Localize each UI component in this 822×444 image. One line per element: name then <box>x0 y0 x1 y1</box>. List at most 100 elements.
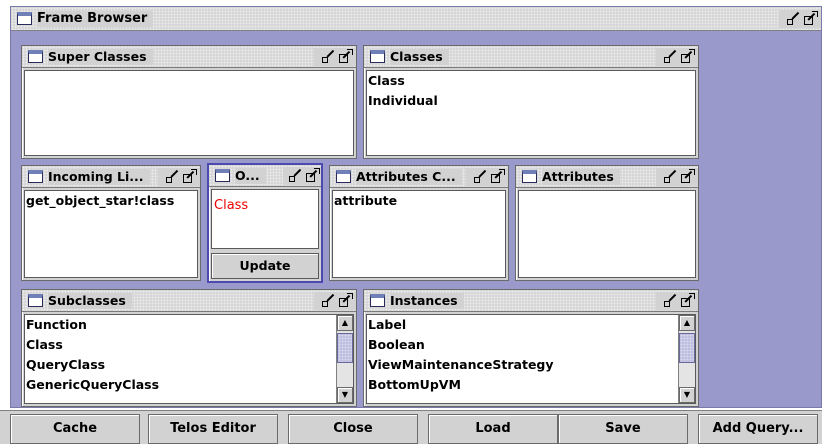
list-item[interactable]: Class <box>25 335 335 355</box>
panel-controls <box>466 167 508 186</box>
panel-title: Super Classes <box>48 48 153 65</box>
scroll-down-icon[interactable]: ▼ <box>337 387 353 403</box>
panel-title: Subclasses <box>48 292 132 309</box>
window-icon <box>336 170 351 183</box>
object-titlebar[interactable]: O... <box>209 165 321 187</box>
attributes-categories-titlebar[interactable]: Attributes C... <box>330 166 508 188</box>
minimize-icon[interactable] <box>322 293 335 307</box>
incoming-links-panel: Incoming Li... get_object_star!class <box>21 165 201 281</box>
minimize-icon[interactable] <box>664 169 677 183</box>
maximize-icon[interactable] <box>339 293 353 307</box>
app-root: Frame Browser Super Classes Classes Clas… <box>0 0 822 444</box>
panel-title: Instances <box>390 292 464 309</box>
cache-button[interactable]: Cache <box>10 414 140 444</box>
telos-editor-button[interactable]: Telos Editor <box>148 414 278 444</box>
minimize-icon[interactable] <box>664 293 677 307</box>
attributes-titlebar[interactable]: Attributes <box>516 166 698 188</box>
panel-controls <box>283 166 321 185</box>
maximize-icon[interactable] <box>339 49 353 63</box>
minimize-icon[interactable] <box>787 11 800 25</box>
subclasses-panel: Subclasses Function Class QueryClass Gen… <box>21 289 357 407</box>
attributes-categories-panel: Attributes C... attribute <box>329 165 509 281</box>
list-item[interactable]: attribute <box>333 191 505 211</box>
scrollbar-thumb[interactable] <box>679 333 695 363</box>
panel-controls <box>656 167 698 186</box>
list-item[interactable]: Boolean <box>367 335 677 355</box>
maximize-icon[interactable] <box>681 49 695 63</box>
list-item[interactable]: QueryClass <box>25 355 335 375</box>
list-item[interactable]: Individual <box>367 91 695 111</box>
maximize-icon[interactable] <box>306 168 320 182</box>
panel-controls <box>314 47 356 66</box>
frame-browser-window: Frame Browser Super Classes Classes Clas… <box>10 6 822 408</box>
instances-panel: Instances Label Boolean ViewMaintenanceS… <box>363 289 699 407</box>
add-query-button[interactable]: Add Query... <box>698 414 818 444</box>
button-bar: Cache Telos Editor Close Load Save Add Q… <box>0 410 822 444</box>
attributes-panel: Attributes <box>515 165 699 281</box>
attributes-list[interactable] <box>518 190 696 278</box>
attributes-categories-list[interactable]: attribute <box>332 190 506 278</box>
vertical-scrollbar[interactable]: ▲ ▼ <box>336 315 353 403</box>
classes-panel: Classes Class Individual <box>363 45 699 159</box>
object-value: Class <box>214 198 249 213</box>
list-item[interactable]: GenericQueryClass <box>25 375 335 395</box>
list-item[interactable]: Label <box>367 315 677 335</box>
classes-titlebar[interactable]: Classes <box>364 46 698 68</box>
frame-browser-titlebar[interactable]: Frame Browser <box>11 7 821 31</box>
close-button[interactable]: Close <box>288 414 418 444</box>
subclasses-list-items: Function Class QueryClass GenericQueryCl… <box>25 315 335 403</box>
update-button[interactable]: Update <box>211 253 319 279</box>
vertical-scrollbar[interactable]: ▲ ▼ <box>678 315 695 403</box>
super-classes-titlebar[interactable]: Super Classes <box>22 46 356 68</box>
panel-title: Incoming Li... <box>48 168 150 185</box>
scroll-up-icon[interactable]: ▲ <box>679 315 695 331</box>
instances-list[interactable]: Label Boolean ViewMaintenanceStrategy Bo… <box>366 314 696 404</box>
window-icon <box>215 169 230 182</box>
panel-title: Attributes <box>542 168 620 185</box>
minimize-icon[interactable] <box>322 49 335 63</box>
instances-titlebar[interactable]: Instances <box>364 290 698 312</box>
list-item[interactable]: Function <box>25 315 335 335</box>
list-item[interactable]: get_object_star!class <box>25 191 197 211</box>
window-icon <box>370 294 385 307</box>
minimize-icon[interactable] <box>166 169 179 183</box>
maximize-icon[interactable] <box>491 169 505 183</box>
maximize-icon[interactable] <box>804 11 818 25</box>
super-classes-list[interactable] <box>24 70 354 156</box>
incoming-links-list[interactable]: get_object_star!class <box>24 190 198 278</box>
maximize-icon[interactable] <box>681 169 695 183</box>
scrollbar-thumb[interactable] <box>337 333 353 363</box>
panel-controls <box>158 167 200 186</box>
minimize-icon[interactable] <box>289 168 302 182</box>
subclasses-titlebar[interactable]: Subclasses <box>22 290 356 312</box>
minimize-icon[interactable] <box>664 49 677 63</box>
scroll-up-icon[interactable]: ▲ <box>337 315 353 331</box>
load-button[interactable]: Load <box>428 414 558 444</box>
object-value-field[interactable]: Class <box>211 189 319 249</box>
window-controls <box>779 9 821 28</box>
window-icon <box>28 50 43 63</box>
list-item[interactable]: Class <box>367 71 695 91</box>
scroll-down-icon[interactable]: ▼ <box>679 387 695 403</box>
subclasses-list[interactable]: Function Class QueryClass GenericQueryCl… <box>24 314 354 404</box>
classes-list[interactable]: Class Individual <box>366 70 696 156</box>
object-panel: O... Class Update <box>207 163 323 283</box>
window-icon <box>370 50 385 63</box>
maximize-icon[interactable] <box>681 293 695 307</box>
incoming-links-titlebar[interactable]: Incoming Li... <box>22 166 200 188</box>
window-icon <box>28 294 43 307</box>
minimize-icon[interactable] <box>474 169 487 183</box>
list-item[interactable]: ViewMaintenanceStrategy <box>367 355 677 375</box>
panel-controls <box>314 291 356 310</box>
window-icon <box>28 170 43 183</box>
panel-title: O... <box>235 167 266 184</box>
maximize-icon[interactable] <box>183 169 197 183</box>
window-icon <box>17 12 32 25</box>
panel-controls <box>656 291 698 310</box>
panel-controls <box>656 47 698 66</box>
panel-title: Classes <box>390 48 449 65</box>
instances-list-items: Label Boolean ViewMaintenanceStrategy Bo… <box>367 315 677 403</box>
save-button[interactable]: Save <box>558 414 688 444</box>
list-item[interactable]: BottomUpVM <box>367 375 677 395</box>
super-classes-panel: Super Classes <box>21 45 357 159</box>
